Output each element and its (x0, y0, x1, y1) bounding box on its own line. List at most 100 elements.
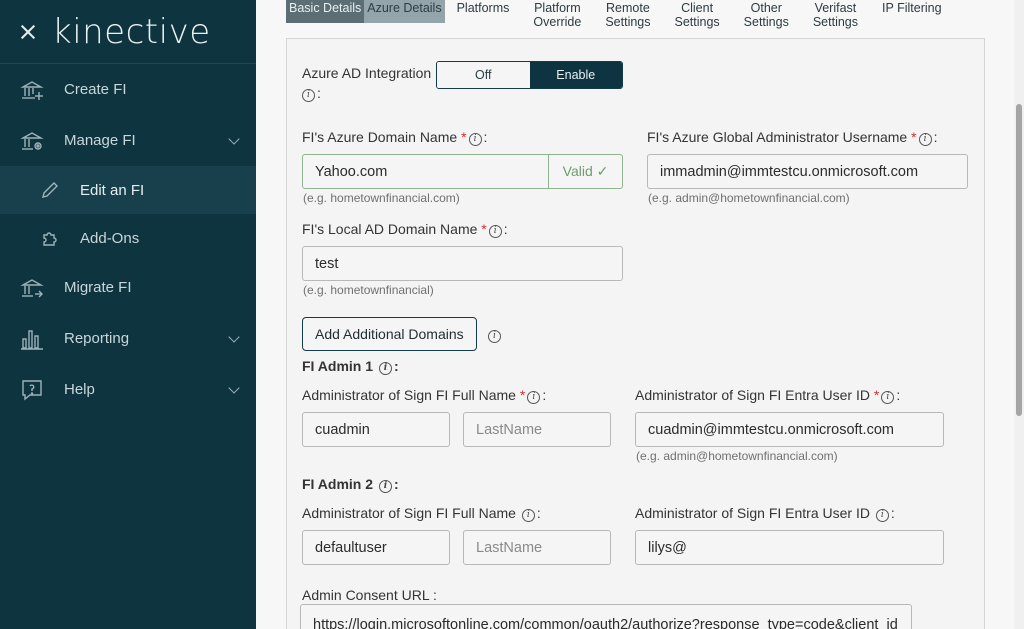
fi-admin-2-title: FI Admin 2 i: (302, 476, 399, 493)
azure-domain-label: FI's Azure Domain Name * i: (302, 129, 488, 146)
kinective-logo: kinective (52, 11, 211, 52)
admin1-entra-field[interactable]: cuadmin@immtestcu.onmicrosoft.com (635, 412, 944, 447)
tab-verifast-settings[interactable]: Verifast Settings (797, 0, 866, 36)
sidebar-nav: Create FI Manage FI Edit an FI Add-Ons M… (0, 64, 256, 415)
tab-label: Remote (606, 1, 650, 15)
label-text: Administrator of Sign FI Full Name (302, 505, 516, 521)
sidebar-item-label: Create FI (64, 81, 127, 98)
info-icon[interactable]: i (881, 390, 895, 404)
admin1-first-name-field[interactable]: cuadmin (302, 412, 450, 447)
scrollbar-thumb[interactable] (1016, 104, 1022, 416)
sidebar-item-create-fi[interactable]: Create FI (0, 64, 256, 115)
sidebar-item-label: Reporting (64, 330, 130, 347)
close-icon[interactable] (18, 22, 38, 42)
chevron-down-icon (228, 382, 240, 394)
admin2-last-name-field[interactable]: LastName (463, 530, 611, 565)
tab-label: IP Filtering (882, 1, 942, 15)
section-title: FI Admin 1 (302, 358, 374, 374)
tab-label: Settings (674, 15, 720, 29)
required-asterisk: * (461, 129, 467, 145)
add-additional-domains-button[interactable]: Add Additional Domains (302, 317, 477, 351)
admin2-name-label: Administrator of Sign FI Full Name i: (302, 505, 541, 522)
chevron-down-icon (228, 331, 240, 343)
sidebar-item-label: Migrate FI (64, 279, 132, 296)
sidebar-item-help[interactable]: Help (0, 364, 256, 415)
bar-chart-icon (20, 327, 44, 351)
admin1-last-name-field[interactable]: LastName (463, 412, 611, 447)
label-text: FI's Azure Domain Name (302, 129, 458, 145)
section-title: FI Admin 2 (302, 476, 374, 492)
admin-consent-url-label: Admin Consent URL : (302, 587, 437, 603)
info-icon[interactable]: i (378, 361, 392, 375)
required-asterisk: * (911, 129, 917, 145)
vertical-scrollbar[interactable] (1014, 0, 1024, 629)
global-admin-hint: (e.g. admin@hometownfinancial.com) (648, 191, 850, 205)
toggle-off-option[interactable]: Off (437, 62, 530, 88)
local-domain-label: FI's Local AD Domain Name * i: (302, 221, 508, 238)
sidebar-item-manage-fi[interactable]: Manage FI (0, 115, 256, 166)
add-domains-info: i (486, 326, 503, 344)
label-text: FI's Azure Global Administrator Username (647, 129, 908, 145)
tab-platforms[interactable]: Platforms (445, 0, 518, 36)
info-icon[interactable]: i (918, 132, 932, 146)
tab-azure-details[interactable]: Azure Details (364, 0, 445, 23)
tab-remote-settings[interactable]: Remote Settings (589, 0, 658, 36)
required-asterisk: * (519, 387, 526, 403)
tab-client-settings[interactable]: Client Settings (659, 0, 728, 36)
global-admin-label: FI's Azure Global Administrator Username… (647, 129, 938, 146)
required-asterisk: * (873, 387, 880, 403)
tab-other-settings[interactable]: Other Settings (728, 0, 797, 36)
local-domain-field[interactable]: test (302, 246, 623, 281)
toggle-enable-option[interactable]: Enable (529, 62, 622, 88)
azure-ad-info: i: (300, 85, 321, 102)
info-icon[interactable]: i (488, 329, 501, 343)
info-icon[interactable]: i (302, 88, 315, 102)
tab-ip-filtering[interactable]: IP Filtering (866, 0, 950, 36)
tab-label: Platforms (456, 1, 510, 15)
admin1-entra-hint: (e.g. admin@hometownfinancial.com) (636, 449, 838, 463)
tab-label: Azure Details (367, 1, 442, 15)
info-icon[interactable]: i (527, 390, 541, 404)
info-icon[interactable]: i (521, 508, 535, 522)
bank-plus-icon (20, 78, 44, 102)
tab-label: Client (681, 1, 714, 15)
sidebar-item-edit-fi[interactable]: Edit an FI (0, 166, 256, 214)
azure-ad-integration-label: Azure AD Integration (302, 65, 432, 81)
tab-label: Settings (743, 15, 789, 29)
fi-admin-1-title: FI Admin 1 i: (302, 358, 399, 375)
global-admin-field[interactable]: immadmin@immtestcu.onmicrosoft.com (647, 154, 968, 189)
tab-label: Other (750, 1, 782, 15)
info-icon[interactable]: i (488, 224, 502, 238)
label-colon: : (317, 85, 321, 101)
info-icon[interactable]: i (875, 508, 889, 522)
admin1-entra-label: Administrator of Sign FI Entra User ID *… (635, 387, 901, 404)
tab-platform-override[interactable]: Platform Override (517, 0, 589, 36)
tab-basic-details[interactable]: Basic Details (286, 0, 365, 23)
label-text: FI's Local AD Domain Name (302, 221, 478, 237)
admin2-entra-field[interactable]: lilys@ (635, 530, 944, 565)
bank-gear-icon (20, 129, 44, 153)
sidebar-item-reporting[interactable]: Reporting (0, 313, 256, 364)
info-icon[interactable]: i (378, 479, 392, 493)
sidebar-item-label: Edit an FI (80, 181, 145, 199)
field-value: Yahoo.com (315, 163, 388, 180)
tab-label: Basic Details (289, 1, 362, 15)
tab-label: Platform (534, 1, 581, 15)
required-asterisk: * (481, 221, 487, 237)
admin2-first-name-field[interactable]: defaultuser (302, 530, 450, 565)
azure-domain-hint: (e.g. hometownfinancial.com) (303, 191, 460, 205)
sidebar-item-add-ons[interactable]: Add-Ons (0, 214, 256, 262)
bank-arrow-icon (20, 276, 44, 300)
sidebar-item-label: Add-Ons (80, 229, 140, 247)
pencil-icon (38, 178, 62, 202)
label-text: Administrator of Sign FI Full Name (302, 387, 516, 403)
admin-consent-url-field[interactable]: https://login.microsoftonline.com/common… (300, 604, 912, 629)
sidebar: kinective Create FI Manage FI Edit an FI (0, 0, 256, 629)
admin1-name-label: Administrator of Sign FI Full Name * i: (302, 387, 547, 404)
info-icon[interactable]: i (468, 132, 482, 146)
sidebar-header: kinective (0, 0, 256, 64)
sidebar-item-label: Help (64, 381, 95, 398)
azure-domain-field[interactable]: Yahoo.com Valid ✓ (302, 154, 623, 189)
sidebar-item-label: Manage FI (64, 132, 136, 149)
sidebar-item-migrate-fi[interactable]: Migrate FI (0, 262, 256, 313)
